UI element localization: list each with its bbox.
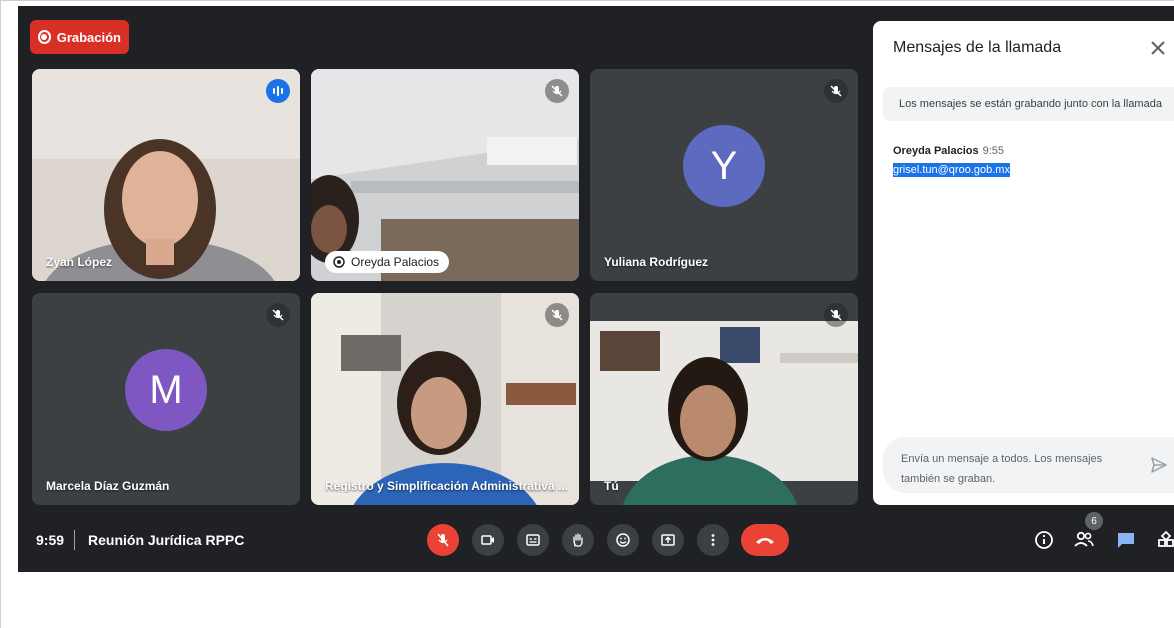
participant-tile-self[interactable]: Tú [590, 293, 858, 505]
avatar: Y [683, 125, 765, 207]
mic-off-icon [545, 303, 569, 327]
leave-call-button[interactable] [741, 524, 789, 556]
camera-toggle-button[interactable] [472, 524, 504, 556]
chat-input-placeholder: Envía un mensaje a todos. Los mensajes t… [901, 453, 1103, 485]
mic-toggle-button[interactable] [427, 524, 459, 556]
mic-off-icon [824, 79, 848, 103]
people-icon [1074, 531, 1094, 547]
participant-video [311, 69, 579, 281]
mic-off-icon [824, 303, 848, 327]
chat-button[interactable] [1114, 528, 1138, 552]
meet-window: Grabación Zyan López Oreyda Palacios Y Y… [18, 6, 1174, 572]
meeting-details-button[interactable] [1032, 528, 1056, 552]
frame-border-left [0, 0, 1, 628]
activities-icon [1158, 530, 1174, 547]
meeting-clock: 9:59 [36, 532, 65, 548]
message-header: Oreyda Palacios 9:55 [893, 145, 1004, 157]
record-icon [38, 30, 51, 44]
raise-hand-button[interactable] [562, 524, 594, 556]
recording-indicator[interactable]: Grabación [30, 20, 129, 54]
mic-off-icon [545, 79, 569, 103]
participant-name: Zyan López [46, 255, 113, 269]
mic-off-icon [437, 533, 449, 547]
mic-off-icon [266, 303, 290, 327]
participant-tile-yuliana[interactable]: Y Yuliana Rodríguez [590, 69, 858, 281]
more-vert-icon [711, 534, 715, 546]
present-icon [661, 534, 675, 546]
participant-name: Marcela Díaz Guzmán [46, 479, 170, 493]
close-icon[interactable] [1147, 37, 1169, 59]
reactions-button[interactable] [607, 524, 639, 556]
chat-input[interactable]: Envía un mensaje a todos. Los mensajes t… [883, 437, 1174, 493]
avatar: M [125, 349, 207, 431]
info-icon [1035, 531, 1053, 549]
captions-button[interactable] [517, 524, 549, 556]
participant-tile-registro[interactable]: Registro y Simplificación Administrativa… [311, 293, 579, 505]
more-options-button[interactable] [697, 524, 729, 556]
participant-name-chip: Oreyda Palacios [325, 251, 450, 273]
participant-video [590, 293, 858, 505]
chat-title: Mensajes de la llamada [893, 39, 1062, 56]
participant-name: Tú [604, 479, 619, 493]
recording-notice: Los mensajes se están grabando junto con… [883, 87, 1174, 121]
divider [74, 530, 75, 550]
participant-tile-zyan[interactable]: Zyan López [32, 69, 300, 281]
present-screen-button[interactable] [652, 524, 684, 556]
recording-label: Grabación [56, 29, 121, 45]
hand-icon [573, 533, 583, 547]
pin-icon [333, 256, 345, 268]
chat-panel: Mensajes de la llamada Los mensajes se e… [873, 21, 1174, 505]
emoji-icon [616, 533, 630, 547]
hangup-icon [756, 538, 774, 544]
people-button[interactable] [1072, 528, 1096, 552]
participant-name: Registro y Simplificación Administrativa… [325, 479, 568, 493]
captions-icon [526, 534, 540, 546]
participant-video [32, 69, 300, 281]
activities-button[interactable] [1154, 528, 1174, 552]
send-icon[interactable] [1149, 455, 1169, 475]
camera-icon [481, 535, 494, 545]
participant-name: Oreyda Palacios [351, 255, 440, 269]
participant-video [311, 293, 579, 505]
participant-name: Yuliana Rodríguez [604, 255, 709, 269]
chat-icon [1118, 533, 1134, 548]
message-text[interactable]: grisel.tun@qroo.gob.mx [893, 163, 1010, 177]
speaking-indicator-icon [266, 79, 290, 103]
meeting-title: Reunión Jurídica RPPC [88, 532, 245, 548]
participant-tile-oreyda[interactable]: Oreyda Palacios [311, 69, 579, 281]
participant-tile-marcela[interactable]: M Marcela Díaz Guzmán [32, 293, 300, 505]
message-sender: Oreyda Palacios [893, 145, 979, 157]
message-time: 9:55 [982, 145, 1005, 157]
frame-border-top [0, 0, 1174, 1]
